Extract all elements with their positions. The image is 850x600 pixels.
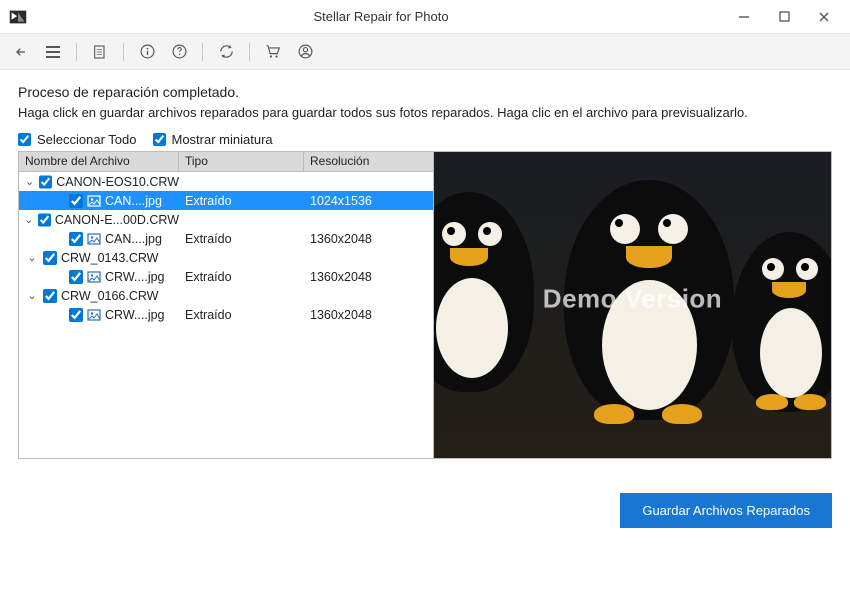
file-list-pane: Nombre del Archivo Tipo Resolución ⌄ CANO… — [19, 152, 434, 458]
show-thumbnail-input[interactable] — [153, 133, 166, 146]
cart-icon[interactable] — [260, 39, 286, 65]
tree-child-row[interactable]: CAN....jpg Extraído1024x1536 — [19, 191, 433, 210]
filename-label: CRW....jpg — [105, 270, 165, 284]
save-repaired-button[interactable]: Guardar Archivos Reparados — [620, 493, 832, 528]
maximize-button[interactable] — [764, 2, 804, 32]
image-file-icon — [87, 271, 101, 283]
row-checkbox[interactable] — [69, 194, 83, 208]
column-headers: Nombre del Archivo Tipo Resolución — [19, 152, 433, 172]
filename-label: CRW_0143.CRW — [61, 251, 159, 265]
main-content: Proceso de reparación completado. Haga c… — [0, 70, 850, 471]
resolution-label: 1360x2048 — [304, 232, 433, 246]
minimize-button[interactable] — [724, 2, 764, 32]
menu-icon[interactable] — [40, 39, 66, 65]
file-tree[interactable]: ⌄CANON-EOS10.CRWCAN....jpgExtraído1024x1… — [19, 172, 433, 458]
type-label: Extraído — [179, 232, 304, 246]
filename-label: CANON-E...00D.CRW — [55, 213, 179, 227]
select-all-input[interactable] — [18, 133, 31, 146]
chevron-down-icon[interactable]: ⌄ — [24, 175, 35, 188]
col-header-type[interactable]: Tipo — [179, 152, 304, 171]
preview-watermark: Demo Version — [543, 284, 722, 315]
chevron-down-icon[interactable]: ⌄ — [25, 251, 39, 264]
tree-parent-row[interactable]: ⌄ CRW_0143.CRW — [19, 248, 433, 267]
toolbar-separator — [202, 43, 203, 61]
type-label: Extraído — [179, 308, 304, 322]
toolbar-separator — [76, 43, 77, 61]
titlebar: Stellar Repair for Photo — [0, 0, 850, 34]
action-row: Guardar Archivos Reparados — [0, 471, 850, 528]
toolbar — [0, 34, 850, 70]
row-checkbox[interactable] — [69, 232, 83, 246]
filename-label: CRW....jpg — [105, 308, 165, 322]
app-logo-icon — [6, 5, 30, 29]
tree-child-row[interactable]: CRW....jpg Extraído1360x2048 — [19, 305, 433, 324]
type-label: Extraído — [179, 194, 304, 208]
resolution-label: 1360x2048 — [304, 270, 433, 284]
status-subtext: Haga click en guardar archivos reparados… — [18, 104, 832, 122]
row-checkbox[interactable] — [43, 289, 57, 303]
window-title: Stellar Repair for Photo — [38, 9, 724, 24]
row-checkbox[interactable] — [38, 213, 51, 227]
col-header-name[interactable]: Nombre del Archivo — [19, 152, 179, 171]
filename-label: CRW_0166.CRW — [61, 289, 159, 303]
account-icon[interactable] — [292, 39, 318, 65]
row-checkbox[interactable] — [43, 251, 57, 265]
tree-parent-row[interactable]: ⌄ CRW_0166.CRW — [19, 286, 433, 305]
image-file-icon — [87, 309, 101, 321]
show-thumbnail-label: Mostrar miniatura — [172, 132, 273, 147]
tree-parent-row[interactable]: ⌄ CANON-EOS10.CRW — [19, 172, 433, 191]
image-file-icon — [87, 195, 101, 207]
col-header-resolution[interactable]: Resolución — [304, 152, 433, 171]
filename-label: CAN....jpg — [105, 232, 162, 246]
row-checkbox[interactable] — [39, 175, 52, 189]
type-label: Extraído — [179, 270, 304, 284]
filename-label: CANON-EOS10.CRW — [56, 175, 179, 189]
refresh-icon[interactable] — [213, 39, 239, 65]
help-icon[interactable] — [166, 39, 192, 65]
options-row: Seleccionar Todo Mostrar miniatura — [18, 132, 832, 147]
select-all-checkbox[interactable]: Seleccionar Todo — [18, 132, 137, 147]
close-button[interactable] — [804, 2, 844, 32]
info-icon[interactable] — [134, 39, 160, 65]
select-all-label: Seleccionar Todo — [37, 132, 137, 147]
chevron-down-icon[interactable]: ⌄ — [23, 213, 33, 226]
chevron-down-icon[interactable]: ⌄ — [25, 289, 39, 302]
tree-parent-row[interactable]: ⌄ CANON-E...00D.CRW — [19, 210, 433, 229]
resolution-label: 1360x2048 — [304, 308, 433, 322]
image-file-icon — [87, 233, 101, 245]
split-panel: Nombre del Archivo Tipo Resolución ⌄ CANO… — [18, 151, 832, 459]
toolbar-separator — [249, 43, 250, 61]
filename-label: CAN....jpg — [105, 194, 162, 208]
back-icon[interactable] — [8, 39, 34, 65]
show-thumbnail-checkbox[interactable]: Mostrar miniatura — [153, 132, 273, 147]
status-heading: Proceso de reparación completado. — [18, 84, 832, 100]
row-checkbox[interactable] — [69, 270, 83, 284]
resolution-label: 1024x1536 — [304, 194, 433, 208]
list-icon[interactable] — [87, 39, 113, 65]
preview-pane: Demo Version — [434, 152, 831, 458]
window-controls — [724, 2, 844, 32]
toolbar-separator — [123, 43, 124, 61]
tree-child-row[interactable]: CRW....jpg Extraído1360x2048 — [19, 267, 433, 286]
row-checkbox[interactable] — [69, 308, 83, 322]
tree-child-row[interactable]: CAN....jpg Extraído1360x2048 — [19, 229, 433, 248]
